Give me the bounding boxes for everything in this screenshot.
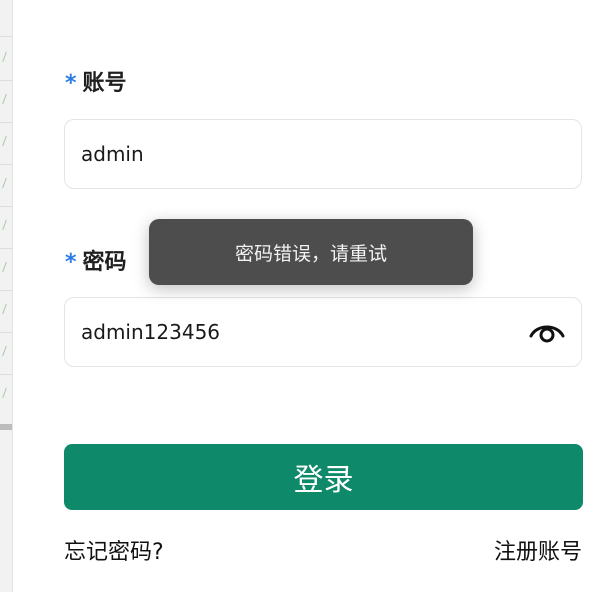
required-mark: * [65, 250, 77, 275]
error-toast: 密码错误，请重试 [149, 219, 473, 285]
login-form: * 账号 admin * 密码 admin123456 登录 忘记密码? 注册账… [13, 0, 616, 592]
eye-icon[interactable] [529, 320, 565, 344]
account-input[interactable]: admin [64, 119, 582, 189]
password-input-value: admin123456 [81, 320, 221, 344]
forgot-password-link[interactable]: 忘记密码? [64, 534, 164, 566]
background-page-strip [0, 0, 13, 592]
account-label-text: 账号 [82, 71, 127, 96]
password-label: * 密码 [65, 249, 127, 277]
password-label-text: 密码 [82, 250, 127, 275]
account-label: * 账号 [65, 70, 127, 98]
login-button[interactable]: 登录 [64, 444, 583, 510]
required-mark: * [65, 71, 77, 96]
password-input[interactable]: admin123456 [64, 297, 582, 367]
register-link[interactable]: 注册账号 [494, 534, 582, 566]
account-input-value: admin [81, 142, 144, 166]
toast-message: 密码错误，请重试 [234, 242, 387, 265]
